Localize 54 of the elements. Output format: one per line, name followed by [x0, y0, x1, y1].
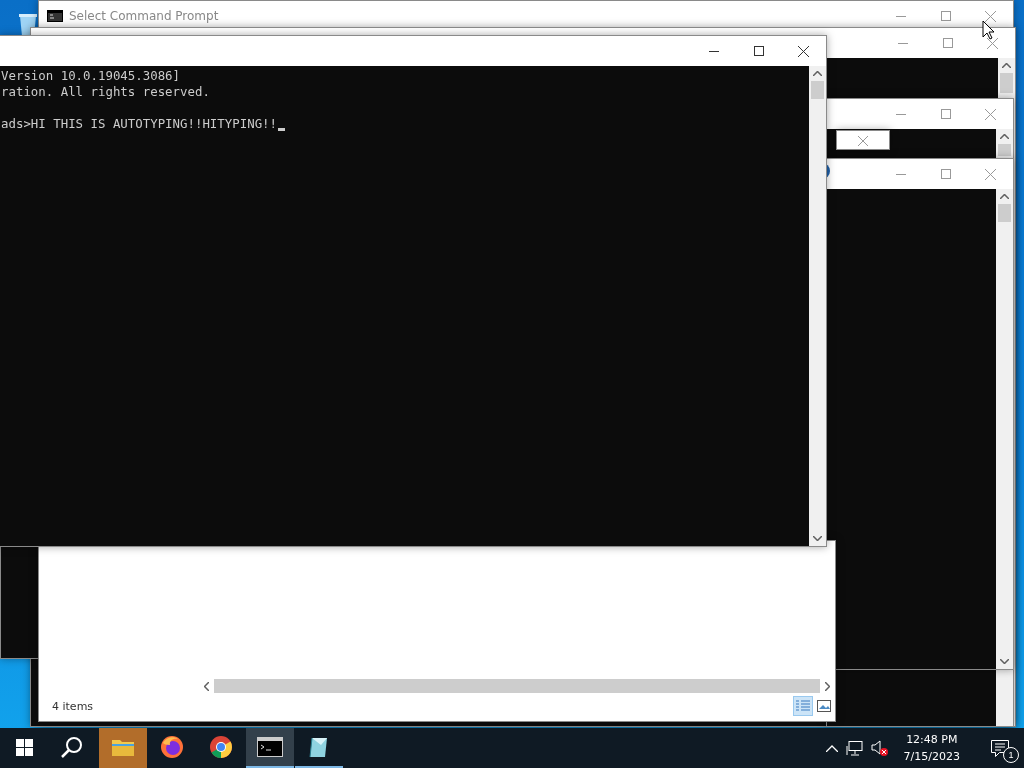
minimize-icon — [895, 113, 906, 115]
close-icon — [798, 45, 809, 57]
message-icon — [991, 739, 1009, 757]
console-line: Version 10.0.19045.3086] — [1, 68, 182, 84]
scrollbar-thumb[interactable] — [998, 144, 1011, 156]
details-icon — [796, 700, 810, 712]
taskbar-app-button[interactable] — [246, 728, 294, 768]
chrome-icon — [209, 735, 233, 759]
scroll-up-icon[interactable] — [1000, 194, 1009, 199]
scroll-up-icon[interactable] — [1000, 134, 1009, 139]
scrollbar-thumb[interactable] — [1000, 73, 1013, 93]
windows-logo-icon — [15, 738, 33, 756]
scroll-up-icon[interactable] — [813, 71, 822, 76]
notification-count: 1 — [1003, 747, 1019, 763]
maximize-icon — [940, 109, 951, 119]
picture-view-icon — [817, 700, 831, 712]
search-icon — [61, 736, 83, 758]
close-icon[interactable] — [858, 136, 868, 146]
console-line: ads>HI THIS IS AUTOTYPING!!HITYPING!! — [1, 116, 809, 132]
close-icon — [985, 10, 996, 22]
scroll-right-icon[interactable] — [825, 681, 830, 691]
scroll-up-icon[interactable] — [1002, 63, 1011, 68]
terminal-icon — [47, 10, 63, 22]
minimize-icon — [708, 50, 719, 52]
clock-date: 7/15/2023 — [903, 749, 960, 765]
clock-time: 12:48 PM — [906, 732, 958, 748]
close-icon — [985, 168, 996, 180]
maximize-icon — [753, 46, 764, 56]
scrollbar-thumb[interactable] — [811, 81, 824, 99]
window-title: Select Command Prompt — [69, 9, 219, 23]
maximize-icon — [940, 169, 951, 179]
notepad-icon — [308, 735, 330, 759]
maximize-icon — [940, 11, 951, 21]
network-icon[interactable] — [845, 740, 863, 756]
scrollbar-thumb[interactable] — [214, 679, 820, 693]
close-icon — [987, 37, 998, 49]
scroll-down-icon[interactable] — [1000, 659, 1009, 664]
speaker-muted-icon[interactable] — [870, 740, 888, 756]
scroll-left-icon[interactable] — [204, 681, 209, 691]
scrollbar-thumb[interactable] — [998, 204, 1011, 222]
maximize-icon — [942, 38, 953, 48]
close-icon — [985, 108, 996, 120]
terminal-icon — [257, 737, 283, 757]
console-line: ration. All rights reserved. — [1, 84, 211, 100]
status-text: 4 items — [52, 699, 94, 713]
scroll-down-icon[interactable] — [813, 536, 822, 541]
chevron-up-icon[interactable] — [825, 744, 838, 752]
minimize-icon — [897, 42, 908, 44]
folder-icon — [111, 737, 135, 757]
notifications-button[interactable]: 1 — [976, 728, 1024, 768]
minimize-icon — [895, 173, 906, 175]
firefox-icon — [160, 735, 184, 759]
clock[interactable]: 12:48 PM 7/15/2023 — [895, 731, 968, 765]
minimize-icon — [895, 15, 906, 17]
